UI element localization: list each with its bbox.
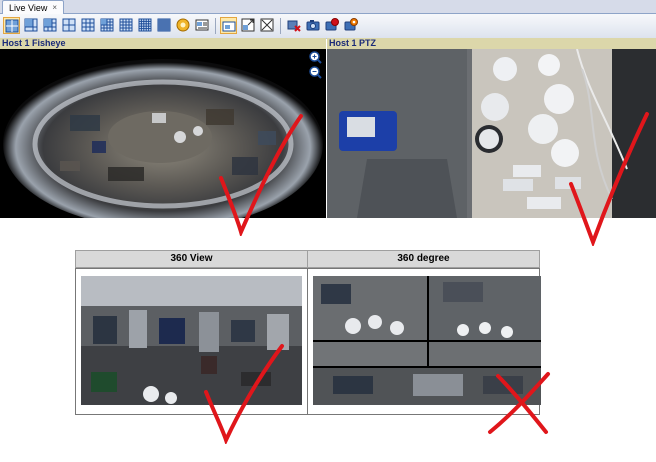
panorama-360-view-image xyxy=(81,276,302,405)
layout-1plus3-icon[interactable] xyxy=(23,17,40,34)
layout-4x4-icon[interactable] xyxy=(118,17,135,34)
zoom-in-icon[interactable] xyxy=(309,49,322,64)
sequence-icon[interactable] xyxy=(175,17,192,34)
monitor-info-icon[interactable] xyxy=(194,17,211,34)
manual-record-icon[interactable] xyxy=(343,17,360,34)
live-view-toolbar xyxy=(0,14,656,39)
toolbar-separator xyxy=(280,18,281,34)
disconnect-icon[interactable] xyxy=(286,17,303,34)
layout-2x2-icon[interactable] xyxy=(61,17,78,34)
pane-title: Host 1 Fisheye xyxy=(0,38,326,49)
comparison-cell-360-view xyxy=(75,268,308,415)
popout-view-icon[interactable] xyxy=(240,17,257,34)
single-view-icon[interactable] xyxy=(220,17,237,34)
tab-close-icon[interactable]: × xyxy=(52,2,57,14)
layout-1plus7-icon[interactable] xyxy=(99,17,116,34)
tab-live-view-label: Live View xyxy=(9,2,48,13)
comparison-cell-360-degree xyxy=(307,268,541,415)
tab-live-view[interactable]: Live View × xyxy=(2,0,65,14)
quad-360-degree-image xyxy=(313,276,541,405)
layout-5x5-icon[interactable] xyxy=(137,17,154,34)
column-header-360-degree: 360 degree xyxy=(307,250,540,268)
layout-3x3-icon[interactable] xyxy=(80,17,97,34)
fullscreen-icon[interactable] xyxy=(259,17,276,34)
zoom-out-icon[interactable] xyxy=(309,64,322,79)
comparison-table: 360 View 360 degree xyxy=(75,250,541,415)
snapshot-icon[interactable] xyxy=(305,17,322,34)
pane-title: Host 1 PTZ xyxy=(327,38,656,49)
column-header-360-view: 360 View xyxy=(75,250,308,268)
fisheye-video-feed[interactable] xyxy=(0,49,326,218)
video-pane-ptz[interactable]: Host 1 PTZ xyxy=(327,38,656,218)
layout-1x1-icon[interactable] xyxy=(3,17,20,34)
ptz-video-feed[interactable] xyxy=(327,48,656,218)
layout-1plus5-icon[interactable] xyxy=(42,17,59,34)
layout-6x6-icon[interactable] xyxy=(156,17,173,34)
record-icon[interactable] xyxy=(324,17,341,34)
video-pane-fisheye[interactable]: Host 1 Fisheye xyxy=(0,38,326,218)
toolbar-separator xyxy=(215,18,216,34)
document-tab-strip: Live View × xyxy=(0,0,656,14)
